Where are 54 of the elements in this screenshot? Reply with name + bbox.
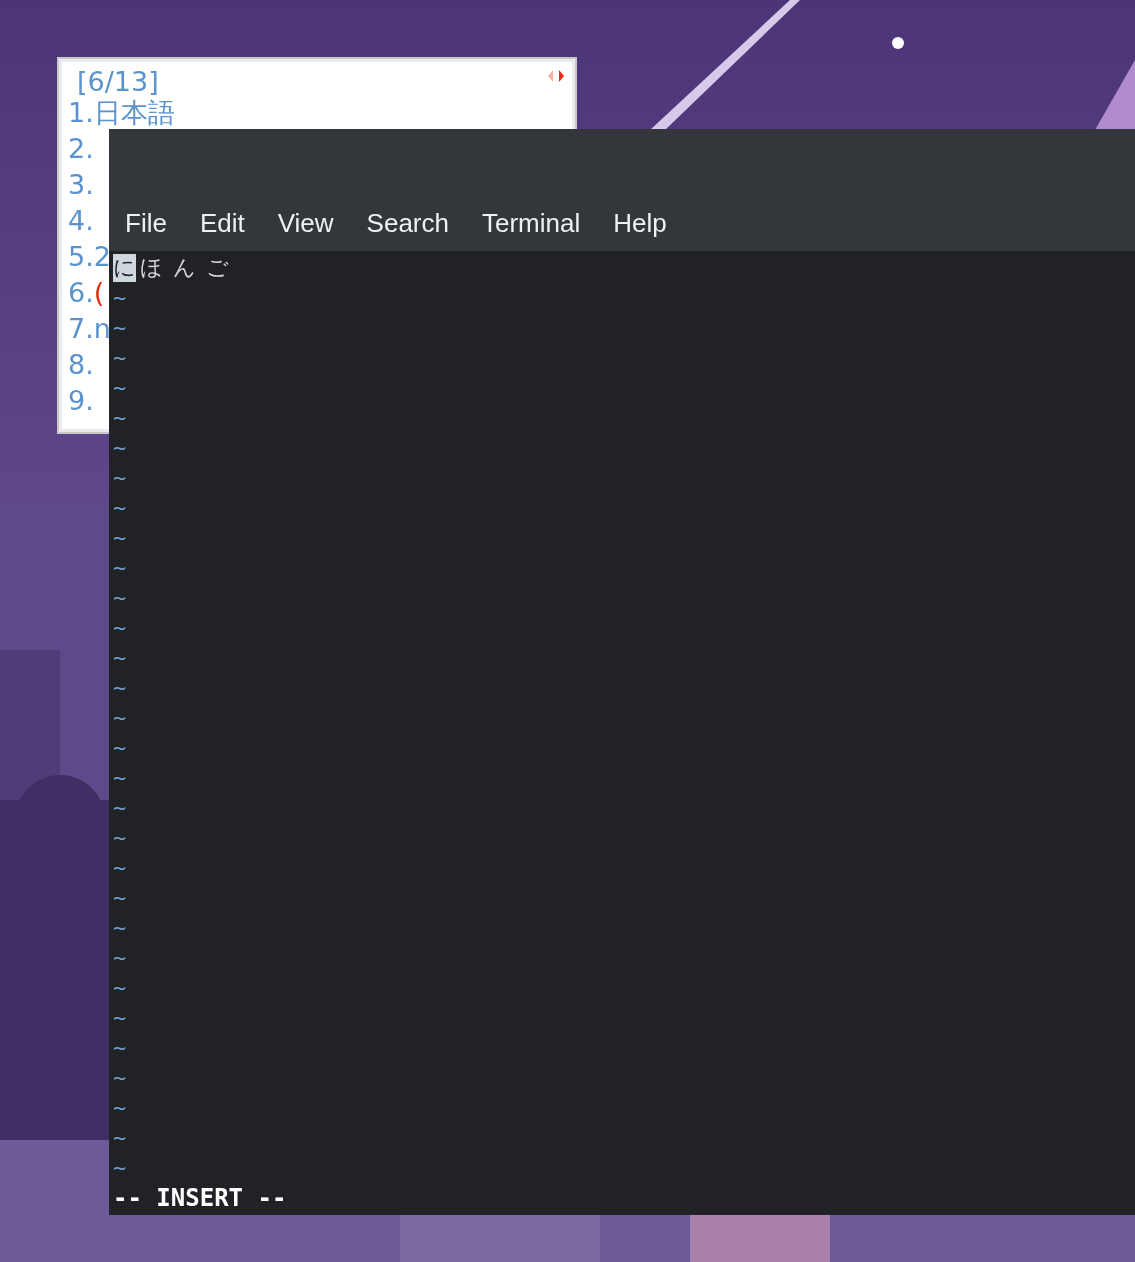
empty-line-tilde: ~	[113, 614, 127, 642]
empty-line-tilde: ~	[113, 884, 127, 912]
empty-line-tilde: ~	[113, 344, 127, 372]
menu-item[interactable]: Help	[613, 207, 667, 239]
empty-line-tilde: ~	[113, 1034, 127, 1062]
candidate-number[interactable]: 3.	[68, 171, 94, 199]
empty-line-tilde: ~	[113, 944, 127, 972]
candidate-text[interactable]: (	[93, 279, 105, 307]
empty-line-tilde: ~	[113, 1004, 127, 1032]
candidate-number[interactable]: 5.	[68, 243, 94, 271]
empty-line-tilde: ~	[113, 914, 127, 942]
candidate-number[interactable]: 1.	[68, 99, 94, 127]
cursor-character: に	[113, 254, 136, 282]
empty-line-tilde: ~	[113, 1094, 127, 1122]
page-arrows-icon[interactable]	[547, 69, 565, 83]
candidate-number[interactable]: 6.	[68, 279, 94, 307]
candidate-number[interactable]: 2.	[68, 135, 94, 163]
empty-line-tilde: ~	[113, 824, 127, 852]
candidate-number[interactable]: 4.	[68, 207, 94, 235]
empty-line-tilde: ~	[113, 314, 127, 342]
page-counter: [6/13]	[77, 65, 159, 99]
empty-line-tilde: ~	[113, 674, 127, 702]
candidate-text[interactable]: 日本語	[93, 99, 175, 127]
candidate-text[interactable]: 2	[93, 243, 111, 271]
empty-line-tilde: ~	[113, 704, 127, 732]
menu-item[interactable]: Terminal	[482, 207, 581, 239]
empty-line-tilde: ~	[113, 374, 127, 402]
candidate-number[interactable]: 8.	[68, 351, 94, 379]
empty-line-tilde: ~	[113, 464, 127, 492]
empty-line-tilde: ~	[113, 974, 127, 1002]
empty-line-tilde: ~	[113, 1124, 127, 1152]
menu-item[interactable]: File	[125, 207, 167, 239]
empty-line-tilde: ~	[113, 554, 127, 582]
empty-line-tilde: ~	[113, 764, 127, 792]
empty-line-tilde: ~	[113, 584, 127, 612]
empty-line-tilde: ~	[113, 1064, 127, 1092]
menu-item[interactable]: Search	[366, 207, 449, 239]
candidate-text[interactable]: n	[93, 315, 111, 343]
empty-line-tilde: ~	[113, 284, 127, 312]
empty-line-tilde: ~	[113, 854, 127, 882]
empty-line-tilde: ~	[113, 734, 127, 762]
empty-line-tilde: ~	[113, 404, 127, 432]
candidate-number[interactable]: 9.	[68, 387, 94, 415]
empty-line-tilde: ~	[113, 1154, 127, 1182]
menu-item[interactable]: View	[277, 207, 334, 239]
empty-line-tilde: ~	[113, 494, 127, 522]
mode-indicator: -- INSERT --	[113, 1183, 288, 1213]
candidate-number[interactable]: 7.	[68, 315, 94, 343]
empty-line-tilde: ~	[113, 644, 127, 672]
empty-line-tilde: ~	[113, 434, 127, 462]
empty-line-tilde: ~	[113, 524, 127, 552]
buffer-text: ほんご	[140, 254, 239, 282]
empty-line-tilde: ~	[113, 794, 127, 822]
menu-item[interactable]: Edit	[199, 207, 245, 239]
